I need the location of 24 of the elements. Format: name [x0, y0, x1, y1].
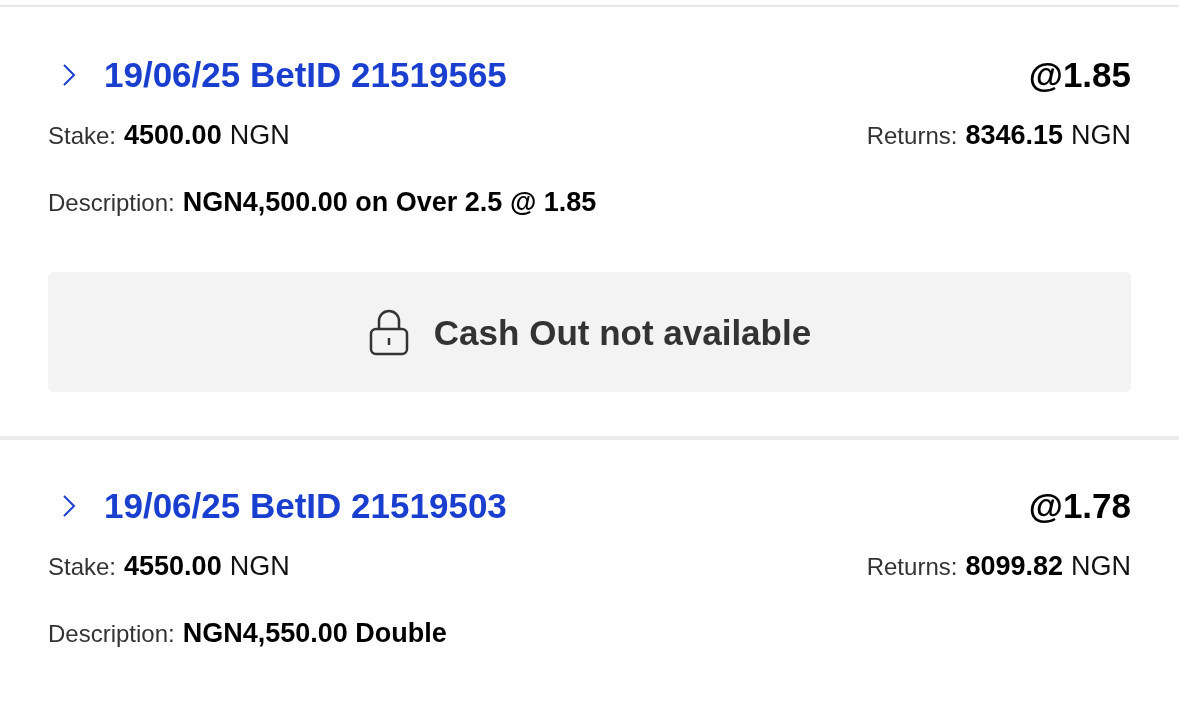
description-text: NGN4,500.00 on Over 2.5 @ 1.85 — [182, 189, 597, 216]
stake-value: 4500.00 — [124, 122, 222, 149]
description-label: Description: — [48, 191, 175, 215]
returns-value: 8099.82 — [965, 553, 1063, 580]
description-label: Description: — [48, 622, 175, 646]
returns-value: 8346.15 — [965, 122, 1063, 149]
bet-title[interactable]: 19/06/25 BetID 21519565 — [104, 57, 507, 92]
returns-label: Returns: — [866, 124, 958, 148]
currency-label: NGN — [1071, 122, 1131, 149]
stake-label: Stake: — [48, 555, 117, 579]
description-text: NGN4,550.00 Double — [182, 620, 447, 647]
chevron-right-icon[interactable] — [62, 62, 76, 87]
chevron-right-icon[interactable] — [62, 493, 76, 518]
stake-value: 4550.00 — [124, 553, 222, 580]
cash-out-status: Cash Out not available — [433, 314, 812, 350]
currency-label: NGN — [229, 122, 290, 149]
bet-title[interactable]: 19/06/25 BetID 21519503 — [104, 488, 507, 523]
currency-label: NGN — [229, 553, 290, 580]
returns-label: Returns: — [866, 555, 958, 579]
odds-value: @1.78 — [1028, 488, 1131, 523]
stake-label: Stake: — [48, 124, 117, 148]
odds-value: @1.85 — [1028, 57, 1131, 92]
lock-icon — [367, 307, 410, 357]
currency-label: NGN — [1071, 553, 1131, 580]
